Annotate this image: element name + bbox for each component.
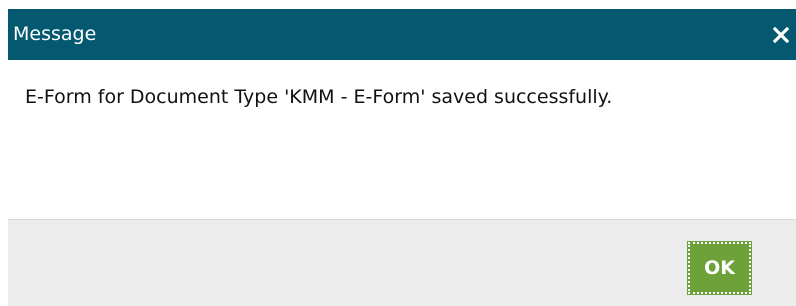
dialog-body: E-Form for Document Type 'KMM - E-Form' …	[8, 60, 796, 219]
dialog-titlebar: Message	[8, 9, 796, 60]
message-dialog: Message E-Form for Document Type 'KMM - …	[8, 9, 796, 306]
ok-button[interactable]: OK	[687, 241, 752, 295]
dialog-footer: OK	[8, 219, 796, 306]
dialog-message: E-Form for Document Type 'KMM - E-Form' …	[25, 86, 613, 108]
close-button[interactable]	[766, 19, 796, 49]
close-icon	[773, 27, 789, 43]
dialog-title: Message	[13, 23, 97, 45]
